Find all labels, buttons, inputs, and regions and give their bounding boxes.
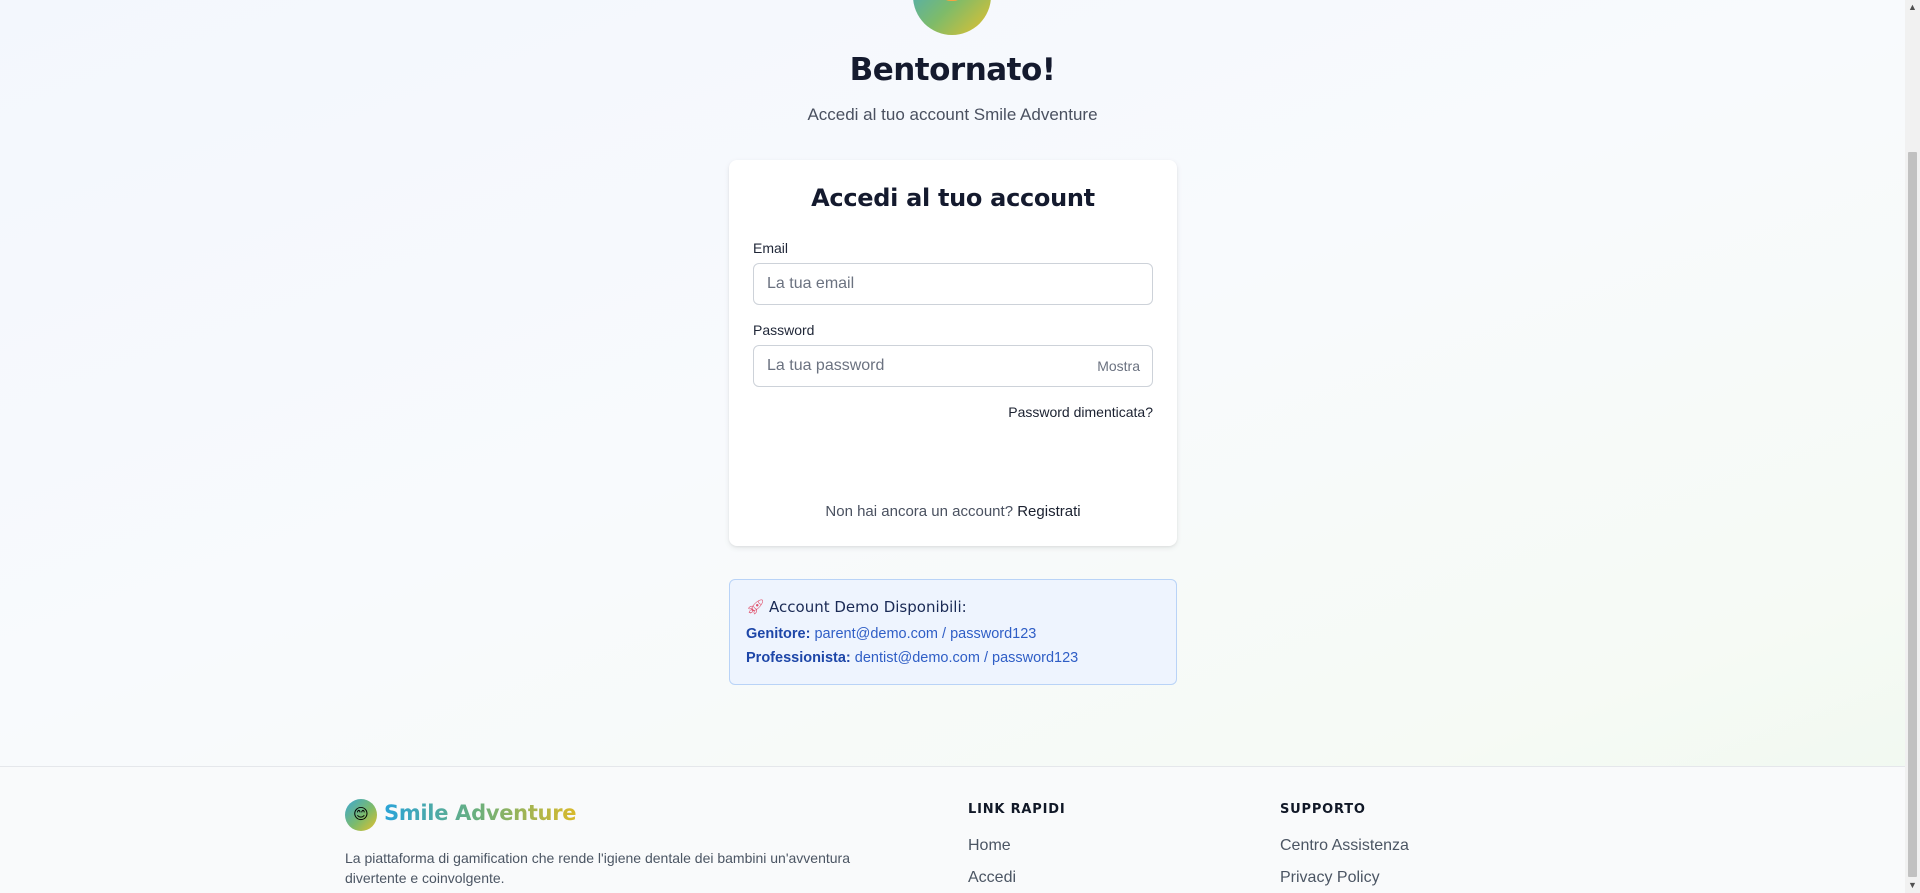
- footer-link-home[interactable]: Home: [968, 837, 1011, 855]
- email-label: Email: [753, 240, 789, 256]
- footer: 😊 Smile Adventure La piattaforma di gami…: [0, 766, 1905, 893]
- signup-prompt: Non hai ancora un account? Registrati: [729, 503, 1177, 520]
- demo-account-parent: Genitore: parent@demo.com / password123: [746, 626, 1036, 642]
- scrollbar-thumb[interactable]: [1908, 152, 1917, 877]
- demo-credentials: dentist@demo.com / password123: [854, 650, 1079, 666]
- page-subtitle: Accedi al tuo account Smile Adventure: [807, 105, 1098, 124]
- email-placeholder: La tua email: [767, 275, 855, 292]
- smile-logo-icon: [913, 0, 991, 35]
- show-password-button[interactable]: Mostra: [1097, 346, 1140, 386]
- scroll-down-arrow-icon[interactable]: ▼: [1905, 878, 1920, 893]
- scroll-up-arrow-icon[interactable]: ▲: [1905, 0, 1920, 15]
- password-label: Password: [753, 322, 815, 338]
- email-field[interactable]: La tua email: [753, 263, 1153, 305]
- no-account-text: Non hai ancora un account?: [825, 503, 1014, 520]
- login-card: Accedi al tuo account Email La tua email…: [729, 160, 1177, 546]
- support-title: SUPPORTO: [1280, 802, 1366, 817]
- register-link[interactable]: Registrati: [1017, 503, 1080, 520]
- footer-description: La piattaforma di gamification che rende…: [345, 850, 850, 886]
- demo-title: 🚀︎ Account Demo Disponibili:: [746, 598, 967, 616]
- rocket-icon: 🚀︎: [746, 598, 766, 616]
- footer-link-login[interactable]: Accedi: [968, 869, 1016, 887]
- page-viewport: Bentornato! Accedi al tuo account Smile …: [0, 0, 1905, 893]
- vertical-scrollbar[interactable]: ▲ ▼: [1905, 0, 1920, 893]
- footer-link-help-center[interactable]: Centro Assistenza: [1280, 837, 1409, 855]
- forgot-password-link[interactable]: Password dimenticata?: [1008, 404, 1153, 420]
- footer-brand[interactable]: Smile Adventure: [384, 801, 577, 825]
- demo-accounts-box: 🚀︎ Account Demo Disponibili: Genitore: pa…: [729, 579, 1177, 685]
- quick-links-title: LINK RAPIDI: [968, 802, 1066, 817]
- demo-role: Genitore:: [746, 626, 811, 642]
- demo-account-professional: Professionista: dentist@demo.com / passw…: [746, 650, 1078, 666]
- password-placeholder: La tua password: [767, 357, 885, 374]
- page-title: Bentornato!: [849, 52, 1056, 88]
- login-card-title: Accedi al tuo account: [811, 184, 1095, 212]
- demo-role: Professionista:: [746, 650, 851, 666]
- demo-title-text: Account Demo Disponibili:: [769, 598, 967, 616]
- footer-logo-icon: 😊: [345, 799, 377, 831]
- password-field[interactable]: La tua password Mostra: [753, 345, 1153, 387]
- footer-link-privacy[interactable]: Privacy Policy: [1280, 869, 1380, 887]
- demo-credentials: parent@demo.com / password123: [814, 626, 1037, 642]
